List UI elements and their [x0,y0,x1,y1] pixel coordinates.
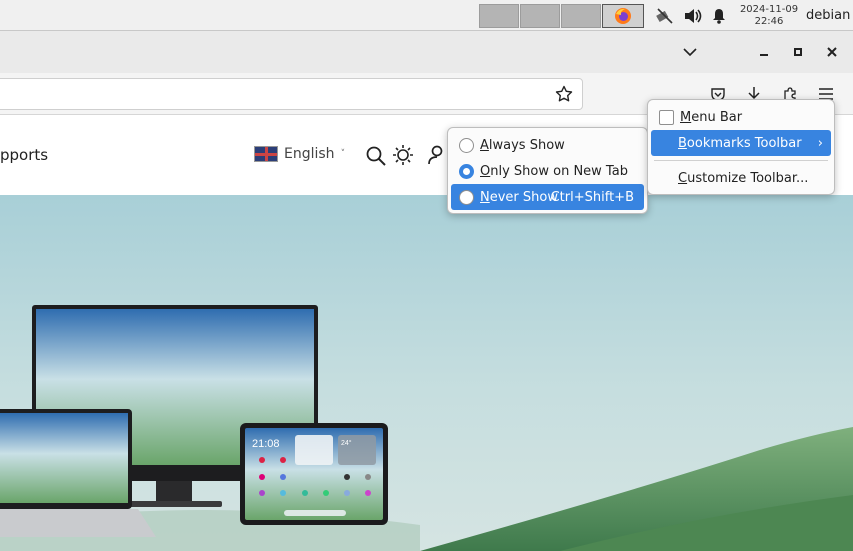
customize-toolbar-label: Customize Toolbar... [678,170,809,186]
checkbox-menu-bar[interactable] [659,109,674,125]
search-icon [366,146,386,166]
never-show-shortcut: Ctrl+Shift+B [550,189,634,205]
volume-icon[interactable] [682,6,704,26]
menu-item-only-show-new-tab[interactable]: Only Show on New Tab [451,158,644,184]
hero-illustration: 21:08 24° [0,305,853,551]
chevron-down-icon [683,48,697,57]
only-show-new-tab-label: Only Show on New Tab [480,163,628,179]
url-bar[interactable] [0,78,583,110]
bookmarks-toolbar-label: Bookmarks Toolbar [678,135,802,151]
bookmark-star-button[interactable] [553,83,575,105]
close-button[interactable] [821,41,843,63]
minimize-icon [760,54,768,56]
close-icon [827,47,837,57]
firefox-icon [615,8,631,24]
theme-toggle-button[interactable] [392,144,414,170]
hero-banner: 21:08 24° [0,195,853,551]
browser-titlebar [0,31,853,73]
site-search-button[interactable] [366,146,386,170]
tablet-time: 21:08 [252,438,280,450]
account-button[interactable] [428,145,446,169]
clock[interactable]: 2024-11-09 22:46 [738,4,800,28]
user-icon [428,145,443,165]
star-icon [555,85,573,102]
minimize-button[interactable] [753,41,775,63]
language-selector[interactable]: English ˅ [254,146,345,162]
menu-separator [654,160,828,161]
radio-always-show[interactable] [459,137,474,153]
menu-item-menu-bar[interactable]: Menu Bar [651,104,831,130]
menu-item-never-show[interactable]: Never Show Ctrl+Shift+B [451,184,644,210]
tablet-temp: 24° [341,439,352,447]
menu-item-bookmarks-toolbar[interactable]: Bookmarks Toolbar › [651,130,831,156]
clock-time: 22:46 [754,16,784,27]
chevron-right-icon: › [817,135,823,151]
radio-never-show[interactable] [459,189,474,205]
network-icon[interactable] [654,6,676,26]
never-show-label: Never Show [480,189,558,205]
taskbar-firefox-button[interactable] [602,4,644,28]
maximize-icon [794,48,802,56]
taskbar-slot[interactable] [479,4,519,28]
always-show-label: Always Show [480,137,565,153]
menu-item-always-show[interactable]: Always Show [451,132,644,158]
menu-item-customize-toolbar[interactable]: Customize Toolbar... [651,165,831,191]
user-name[interactable]: debian [806,8,850,23]
clock-date: 2024-11-09 [739,4,799,15]
system-panel: 2024-11-09 22:46 debian [0,0,853,31]
notification-bell-icon[interactable] [709,6,729,26]
sun-icon [393,145,413,165]
caret-down-icon: ˅ [340,149,346,159]
taskbar-slot[interactable] [520,4,560,28]
maximize-button[interactable] [787,41,809,63]
flag-icon [254,146,278,162]
menu-bar-label: Menu Bar [680,109,743,125]
toolbar-context-menu: Menu Bar Bookmarks Toolbar › Customize T… [647,99,835,195]
bookmarks-toolbar-submenu: Always Show Only Show on New Tab Never S… [447,127,648,214]
language-label: English [284,146,335,162]
list-all-tabs-button[interactable] [679,41,701,63]
taskbar-slot[interactable] [561,4,601,28]
radio-only-show-new-tab[interactable] [459,163,474,179]
site-nav-supports-link[interactable]: pports [0,146,48,164]
